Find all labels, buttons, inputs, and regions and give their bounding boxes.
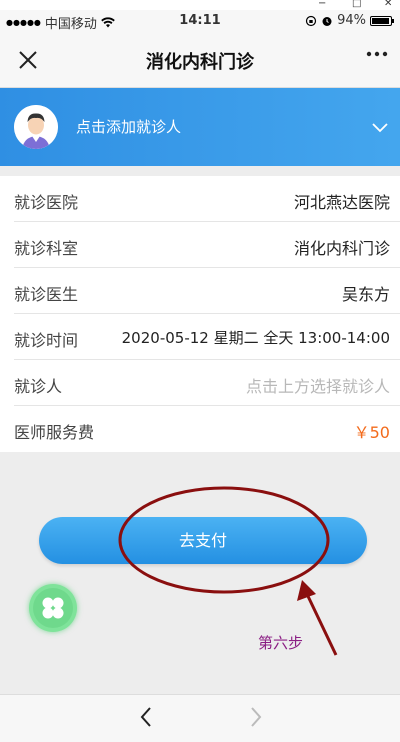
info-label: 就诊医生 [14, 285, 79, 304]
info-row-department: 就诊科室 消化内科门诊 [14, 222, 400, 268]
info-value: 消化内科门诊 [293, 239, 390, 258]
info-value: 河北燕达医院 [293, 193, 390, 212]
info-label: 就诊时间 [14, 331, 79, 350]
add-patient-banner[interactable]: 点击添加就诊人 [0, 88, 400, 166]
bottom-nav-bar [0, 694, 400, 742]
appointment-info-list: 就诊医院 河北燕达医院 就诊科室 消化内科门诊 就诊医生 吴东方 就诊时间 20… [0, 176, 400, 452]
chevron-down-icon[interactable] [372, 118, 388, 137]
add-patient-label: 点击添加就诊人 [76, 118, 182, 136]
close-window-icon[interactable]: ✕ [384, 0, 392, 10]
back-arrow-icon[interactable] [138, 705, 154, 733]
alarm-icon [322, 16, 332, 26]
info-row-time: 就诊时间 2020-05-12 星期二 全天 13:00-14:00 [14, 314, 400, 360]
info-row-hospital: 就诊医院 河北燕达医院 [14, 176, 400, 222]
nav-bar: 消化内科门诊 [0, 32, 400, 88]
status-bar: ●●●●● 中国移动 14:11 94% [0, 10, 400, 32]
info-label: 医师服务费 [14, 423, 95, 442]
page-title: 消化内科门诊 [146, 52, 254, 73]
orientation-lock-icon [305, 15, 317, 26]
window-titlebar: − □ ✕ [0, 0, 400, 10]
info-row-patient[interactable]: 就诊人 点击上方选择就诊人 [14, 360, 400, 406]
info-value: 吴东方 [341, 285, 390, 304]
fee-value: ￥50 [353, 423, 390, 442]
annotation-arrow [304, 591, 338, 656]
avatar [14, 105, 58, 149]
forward-arrow-icon[interactable] [248, 705, 264, 733]
info-value: 2020-05-12 星期二 全天 13:00-14:00 [121, 329, 390, 347]
clover-float-button[interactable] [29, 584, 77, 632]
info-row-fee: 医师服务费 ￥50 [14, 406, 400, 452]
info-label: 就诊科室 [14, 239, 79, 258]
pay-button[interactable]: 去支付 [39, 517, 367, 564]
info-label: 就诊医院 [14, 193, 79, 212]
more-icon[interactable] [366, 44, 388, 70]
info-label: 就诊人 [14, 377, 63, 396]
info-row-doctor: 就诊医生 吴东方 [14, 268, 400, 314]
patient-placeholder: 点击上方选择就诊人 [245, 377, 390, 396]
battery-icon [370, 15, 394, 26]
minimize-icon[interactable]: − [318, 0, 326, 10]
battery-percent: 94% [337, 13, 366, 28]
annotation-step-label: 第六步 [258, 634, 304, 652]
maximize-icon[interactable]: □ [352, 0, 361, 10]
